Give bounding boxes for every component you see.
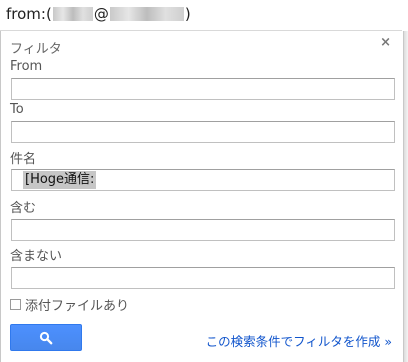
has-words-input[interactable] xyxy=(11,219,395,241)
gmail-search-filter: from:( @ ) フィルタ × From To 件名 [Hoge通信: 含む… xyxy=(0,0,408,362)
close-icon[interactable]: × xyxy=(380,35,391,50)
search-query[interactable]: from:( @ ) xyxy=(6,5,191,23)
doesnt-have-input[interactable] xyxy=(11,267,395,289)
subject-input[interactable]: [Hoge通信: xyxy=(11,169,395,191)
create-filter-link[interactable]: この検索条件でフィルタを作成 » xyxy=(206,331,392,350)
search-query-prefix: from:( xyxy=(6,5,52,23)
redacted-username xyxy=(52,7,93,21)
has-attachment-option[interactable]: 添付ファイルあり xyxy=(10,295,129,314)
doesnt-have-label: 含まない xyxy=(10,249,63,264)
has-attachment-label: 添付ファイルあり xyxy=(25,299,130,314)
panel-edge-shadow xyxy=(404,31,408,362)
panel-title: フィルタ xyxy=(10,42,62,57)
subject-label: 件名 xyxy=(10,152,37,167)
filter-panel: フィルタ × From To 件名 [Hoge通信: 含む 含まない 添付ファイ… xyxy=(0,31,404,362)
to-input[interactable] xyxy=(11,121,395,143)
to-label: To xyxy=(10,102,24,117)
search-bar[interactable]: from:( @ ) xyxy=(0,0,402,31)
redacted-domain xyxy=(109,7,184,21)
subject-input-text: [Hoge通信: xyxy=(23,171,97,189)
from-label: From xyxy=(10,59,43,74)
search-query-at: @ xyxy=(93,5,109,23)
search-button[interactable] xyxy=(10,324,82,351)
has-attachment-checkbox[interactable] xyxy=(10,299,21,310)
search-query-suffix: ) xyxy=(184,5,191,23)
from-input[interactable] xyxy=(11,78,395,100)
search-icon xyxy=(39,331,53,344)
has-words-label: 含む xyxy=(10,201,37,216)
